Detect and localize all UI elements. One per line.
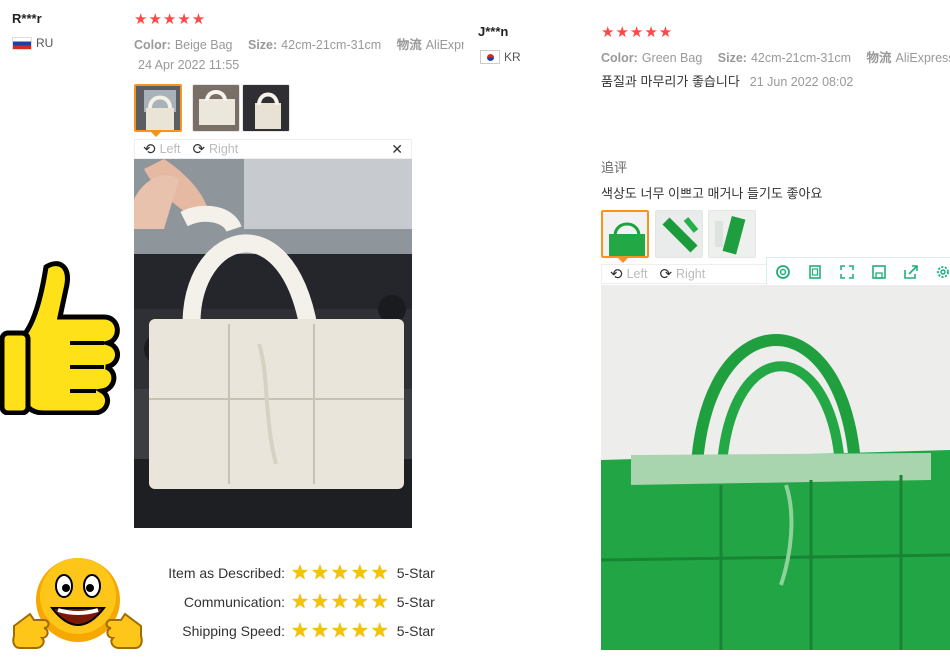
rating-star-icon: ★ <box>370 619 389 642</box>
review-date: 24 Apr 2022 11:55 <box>138 58 240 72</box>
reviewer-country: KR <box>480 50 521 64</box>
russia-flag-icon <box>12 36 32 50</box>
reviewer-name: R***r <box>12 11 42 26</box>
smiley-thumbs-up-icon <box>10 556 145 654</box>
color-label: Color: <box>134 38 171 52</box>
followup-text: 색상도 너무 이쁘고 매거나 들기도 좋아요 <box>601 186 823 201</box>
rating-star-icon: ★ <box>291 561 309 584</box>
rating-star-icon: ★ <box>310 590 329 613</box>
logistics-label: 物流 <box>866 51 892 65</box>
rating-star-icon: ★ <box>330 561 349 584</box>
rotate-left-icon[interactable]: ⟲ <box>143 140 156 158</box>
rating-star-icon: ★ <box>330 590 349 613</box>
reviewer-name: J***n <box>478 24 509 39</box>
color-label: Color: <box>601 51 638 65</box>
rating-row-shipping-speed: Shipping Speed: ★ ★ ★ ★ ★ 5-Star <box>140 616 435 645</box>
rating-star-icon: ★ <box>291 619 309 642</box>
size-label: Size: <box>247 38 278 52</box>
close-icon[interactable]: ✕ <box>391 141 403 158</box>
review-photo-thumb[interactable] <box>242 84 290 132</box>
review-body: 품질과 마무리가 좋습니다 21 Jun 2022 08:02 <box>601 71 853 90</box>
thumbs-up-icon <box>0 255 126 416</box>
review-photo-thumb[interactable] <box>192 84 240 132</box>
review-photo-thumb[interactable] <box>601 210 649 258</box>
image-rotate-bar: ⟲ Left ⟳ Right <box>601 264 767 284</box>
settings-gear-icon[interactable] <box>927 258 950 286</box>
country-code: RU <box>36 36 54 50</box>
reviewer-country: RU <box>12 36 53 50</box>
rating-label: Shipping Speed: <box>182 622 285 639</box>
rating-label: Communication: <box>183 593 285 610</box>
size-value: 42cm-21cm-31cm <box>281 38 382 52</box>
korea-flag-icon <box>480 50 500 64</box>
rotate-right-button[interactable]: Right <box>676 267 705 281</box>
rotate-right-icon[interactable]: ⟳ <box>659 265 672 283</box>
country-code: KR <box>504 50 521 64</box>
size-label: Size: <box>717 51 747 65</box>
star-rating: ★★★★★ <box>601 24 674 41</box>
rating-row-item-described: Item as Described: ★ ★ ★ ★ ★ 5-Star <box>140 558 435 587</box>
rotate-left-button[interactable]: Left <box>627 267 648 281</box>
rating-star-icon: ★ <box>310 561 329 584</box>
review-photo-thumb[interactable] <box>134 84 182 132</box>
rating-row-communication: Communication: ★ ★ ★ ★ ★ 5-Star <box>140 587 435 616</box>
image-toolbar <box>766 257 950 287</box>
rating-star-icon: ★ <box>310 619 329 642</box>
rotate-left-icon[interactable]: ⟲ <box>610 265 623 283</box>
review-text: 품질과 마무리가 좋습니다 <box>601 74 740 89</box>
logistics-label: 物流 <box>396 38 422 52</box>
rating-star-icon: ★ <box>370 561 389 584</box>
sku-info: Color: Green Bag Size: 42cm-21cm-31cm 物流 Al… <box>601 47 950 66</box>
rating-star-icon: ★ <box>330 619 349 642</box>
rating-value: 5-Star <box>396 622 435 639</box>
rating-value: 5-Star <box>396 593 435 610</box>
rating-star-icon: ★ <box>350 590 369 613</box>
review-date: 21 Jun 2022 08:02 <box>749 75 854 89</box>
color-value: Green Bag <box>641 51 703 65</box>
rating-star-icon: ★ <box>370 590 389 613</box>
copy-icon[interactable] <box>799 258 831 286</box>
review-photo-thumb[interactable] <box>708 210 756 258</box>
rotate-left-button[interactable]: Left <box>160 142 181 156</box>
rating-star-icon: ★ <box>350 619 369 642</box>
sku-info: Color: Beige Bag Size: 42cm-21cm-31cm 物流 Al… <box>134 34 464 53</box>
rating-value: 5-Star <box>396 564 435 581</box>
save-icon[interactable] <box>863 258 895 286</box>
logistics-value: AliExpress <box>895 51 950 65</box>
rating-star-icon: ★ <box>291 590 309 613</box>
size-value: 42cm-21cm-31cm <box>750 51 851 65</box>
seller-ratings: Item as Described: ★ ★ ★ ★ ★ 5-Star Communic… <box>140 558 435 645</box>
rating-label: Item as Described: <box>168 564 285 581</box>
review-photo-large[interactable] <box>601 285 950 650</box>
share-icon[interactable] <box>895 258 927 286</box>
rotate-right-button[interactable]: Right <box>209 142 238 156</box>
review-photo-large[interactable] <box>134 159 412 528</box>
search-image-icon[interactable] <box>767 258 799 286</box>
fullscreen-icon[interactable] <box>831 258 863 286</box>
active-thumb-pointer <box>617 257 629 263</box>
logistics-value: AliExpr <box>425 38 464 52</box>
review-photo-thumb[interactable] <box>655 210 703 258</box>
rotate-right-icon[interactable]: ⟳ <box>192 140 205 158</box>
star-rating: ★★★★★ <box>134 11 207 28</box>
rating-star-icon: ★ <box>350 561 369 584</box>
image-rotate-bar: ⟲ Left ⟳ Right ✕ <box>134 139 412 159</box>
followup-label: 追评 <box>601 160 628 175</box>
color-value: Beige Bag <box>174 38 233 52</box>
active-thumb-pointer <box>150 131 162 137</box>
